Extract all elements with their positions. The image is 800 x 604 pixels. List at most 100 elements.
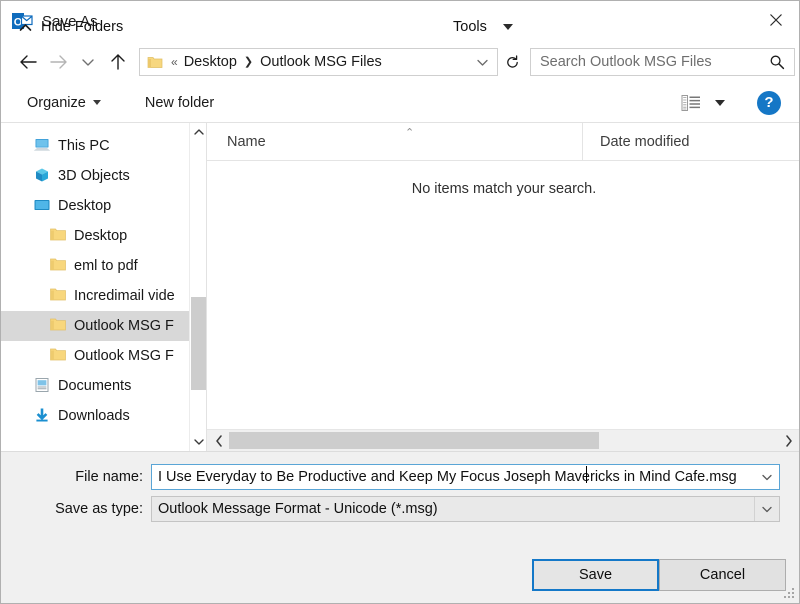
- toolbar-right-group: ?: [681, 90, 781, 115]
- save-as-type-dropdown-button[interactable]: [754, 497, 779, 521]
- search-placeholder: Search Outlook MSG Files: [540, 54, 712, 70]
- sidebar-item-outlook-msg-files-selected[interactable]: Outlook MSG F: [1, 311, 191, 341]
- hide-folders-button[interactable]: Hide Folders: [19, 19, 123, 35]
- sidebar-item-desktop[interactable]: Desktop: [1, 191, 191, 221]
- file-name-dropdown-button[interactable]: [754, 465, 779, 489]
- file-name-row: File name: I Use Everyday to Be Producti…: [1, 464, 799, 490]
- chevron-down-icon: [92, 100, 101, 105]
- command-toolbar: Organize New folder ?: [1, 83, 799, 122]
- chevron-down-icon: [477, 59, 488, 66]
- scroll-right-button[interactable]: [779, 430, 799, 451]
- search-icon[interactable]: [769, 54, 785, 70]
- tools-button[interactable]: Tools: [453, 19, 513, 35]
- column-header-date-modified[interactable]: Date modified: [582, 123, 792, 160]
- search-input[interactable]: Search Outlook MSG Files: [530, 48, 795, 76]
- chevron-down-icon: [193, 439, 204, 445]
- sidebar-item-label: 3D Objects: [58, 168, 130, 184]
- save-as-type-label: Save as type:: [55, 501, 143, 517]
- sidebar-item-outlook-msg-files-2[interactable]: Outlook MSG F: [1, 341, 191, 371]
- close-button[interactable]: [753, 1, 799, 39]
- 3d-objects-icon: [33, 167, 51, 185]
- up-button[interactable]: [103, 47, 133, 77]
- scroll-left-button[interactable]: [209, 430, 229, 451]
- sidebar-item-3d-objects[interactable]: 3D Objects: [1, 161, 191, 191]
- sidebar-item-label: Desktop: [74, 228, 128, 244]
- refresh-button[interactable]: [500, 48, 524, 76]
- breadcrumb-separator-icon[interactable]: ❯: [244, 56, 253, 68]
- scrollbar-thumb[interactable]: [191, 297, 206, 390]
- file-list-horizontal-scrollbar[interactable]: [207, 429, 799, 451]
- cancel-button[interactable]: Cancel: [659, 559, 786, 591]
- save-form: File name: I Use Everyday to Be Producti…: [1, 451, 799, 547]
- folder-icon: [49, 227, 67, 245]
- chevron-left-icon: [216, 434, 222, 447]
- arrow-right-icon: [49, 55, 67, 69]
- chevron-up-icon: [19, 23, 32, 32]
- sidebar-item-incredimail-video[interactable]: Incredimail vide: [1, 281, 191, 311]
- text-cursor: [586, 466, 587, 483]
- chevron-down-icon: [502, 24, 513, 30]
- address-dropdown-button[interactable]: [476, 56, 489, 69]
- this-pc-icon: [33, 137, 51, 155]
- folder-icon: [49, 287, 67, 305]
- breadcrumb-overflow[interactable]: «: [171, 56, 178, 68]
- folder-icon: [147, 55, 163, 69]
- sidebar-item-documents[interactable]: Documents: [1, 371, 191, 401]
- sidebar-item-label: Documents: [58, 378, 132, 394]
- breadcrumb-item-outlook-msg-files[interactable]: Outlook MSG Files: [259, 54, 383, 70]
- file-name-value: I Use Everyday to Be Productive and Keep…: [158, 469, 737, 485]
- sidebar-item-desktop-folder[interactable]: Desktop: [1, 221, 191, 251]
- folder-icon: [49, 347, 67, 365]
- sidebar-item-downloads[interactable]: Downloads: [1, 401, 191, 431]
- file-list-pane: Name ⌃ Date modified No items match your…: [207, 123, 799, 451]
- folder-tree: This PC 3D Objects Desktop Desktop eml t…: [1, 131, 191, 431]
- breadcrumb-item-desktop[interactable]: Desktop: [183, 54, 238, 70]
- back-button[interactable]: [13, 47, 43, 77]
- view-dropdown-icon[interactable]: [715, 99, 725, 106]
- sidebar-item-label: Downloads: [58, 408, 130, 424]
- new-folder-button[interactable]: New folder: [139, 90, 220, 116]
- sidebar-item-label: This PC: [58, 138, 110, 154]
- save-as-type-row: Save as type: Outlook Message Format - U…: [1, 496, 799, 522]
- documents-icon: [33, 377, 51, 395]
- sidebar-vertical-scrollbar[interactable]: [189, 123, 206, 451]
- arrow-up-icon: [111, 54, 125, 70]
- chevron-down-icon: [762, 474, 772, 481]
- empty-list-message: No items match your search.: [411, 181, 597, 197]
- scroll-up-button[interactable]: [190, 123, 206, 141]
- help-label: ?: [764, 94, 774, 111]
- save-button[interactable]: Save: [532, 559, 659, 591]
- refresh-icon: [506, 54, 518, 68]
- save-as-type-select[interactable]: Outlook Message Format - Unicode (*.msg): [151, 496, 780, 522]
- sidebar-item-label: Outlook MSG F: [74, 318, 174, 334]
- sidebar-item-label: eml to pdf: [74, 258, 138, 274]
- address-bar[interactable]: « Desktop ❯ Outlook MSG Files: [139, 48, 498, 76]
- desktop-icon: [33, 197, 51, 215]
- arrow-left-icon: [19, 55, 37, 69]
- recent-locations-button[interactable]: [73, 47, 103, 77]
- organize-label: Organize: [27, 94, 86, 111]
- help-button[interactable]: ?: [757, 90, 781, 115]
- sidebar-item-label: Outlook MSG F: [74, 348, 174, 364]
- folder-icon: [49, 257, 67, 275]
- navigation-pane: This PC 3D Objects Desktop Desktop eml t…: [1, 123, 206, 451]
- column-header-label: Name: [227, 133, 266, 150]
- column-header-name[interactable]: Name ⌃: [207, 123, 582, 160]
- save-as-dialog: O Save As « Desktop ❯ Outlook MSG Files …: [0, 0, 800, 604]
- chevron-down-icon: [82, 59, 94, 66]
- save-as-type-value: Outlook Message Format - Unicode (*.msg): [158, 501, 438, 517]
- hide-folders-label: Hide Folders: [41, 19, 124, 35]
- sidebar-item-label: Incredimail vide: [74, 288, 175, 304]
- sort-ascending-icon: ⌃: [405, 127, 415, 139]
- scroll-down-button[interactable]: [190, 433, 206, 451]
- resize-grip[interactable]: [784, 588, 796, 600]
- forward-button[interactable]: [43, 47, 73, 77]
- scrollbar-thumb[interactable]: [229, 432, 599, 449]
- sidebar-item-this-pc[interactable]: This PC: [1, 131, 191, 161]
- file-name-input[interactable]: I Use Everyday to Be Productive and Keep…: [151, 464, 780, 490]
- list-view-icon[interactable]: [681, 94, 701, 112]
- sidebar-item-eml-to-pdf[interactable]: eml to pdf: [1, 251, 191, 281]
- file-name-label: File name:: [75, 469, 143, 485]
- chevron-down-icon: [762, 506, 772, 513]
- organize-button[interactable]: Organize: [21, 90, 107, 116]
